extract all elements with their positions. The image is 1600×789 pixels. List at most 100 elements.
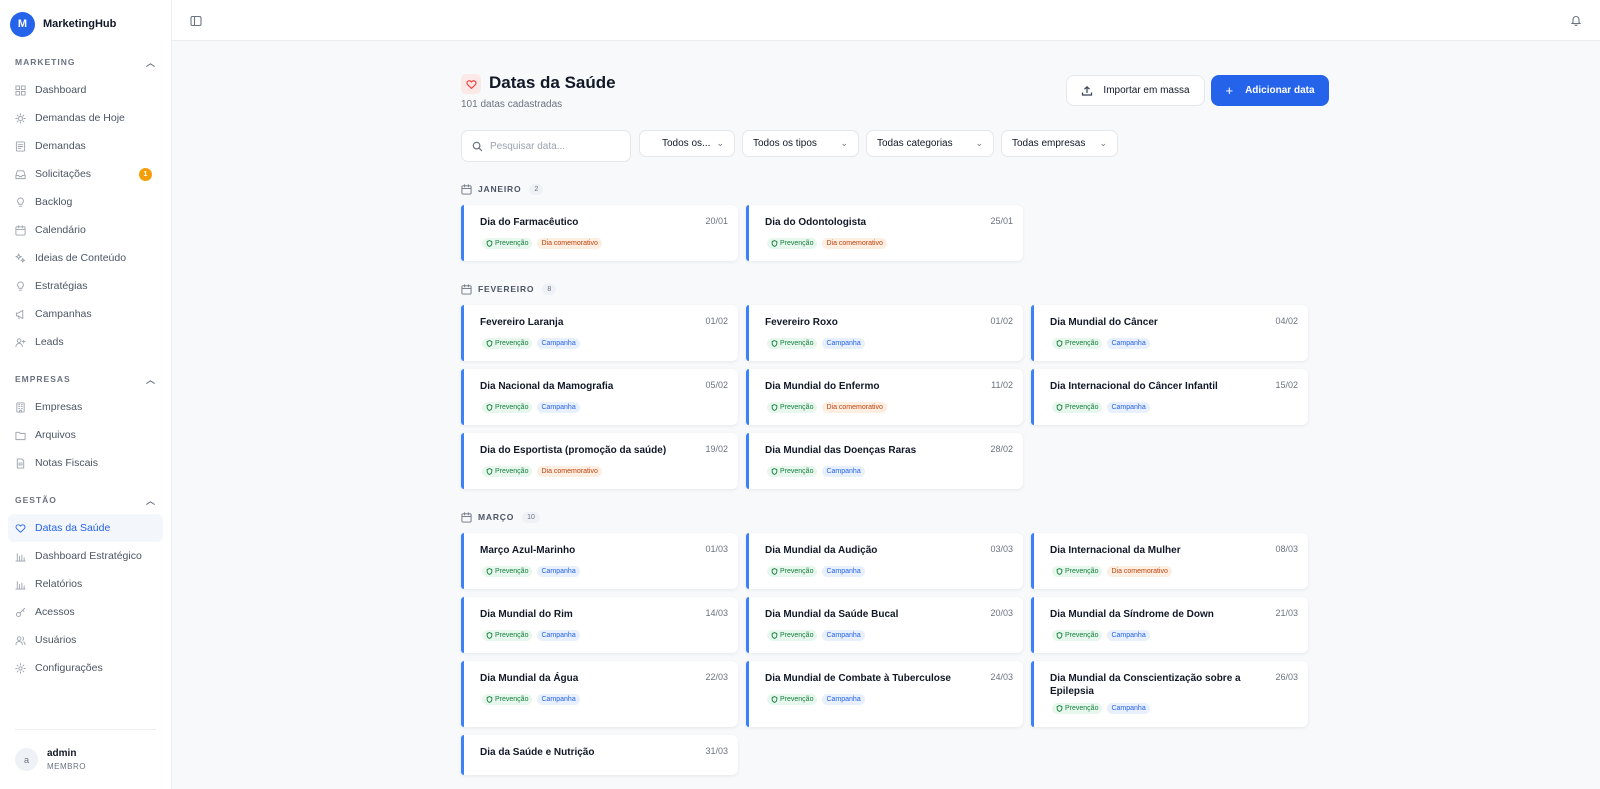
month-name: MARÇO [478, 512, 515, 522]
type-filter-select[interactable]: Todos os tipos ⌄ [742, 130, 859, 157]
sidebar-item[interactable]: Datas da Saúde [8, 514, 163, 542]
sidebar-item-label: Empresas [35, 401, 83, 413]
lightbulb-icon [15, 280, 26, 292]
bell-icon[interactable] [1570, 13, 1582, 27]
add-date-button[interactable]: + Adicionar data [1211, 75, 1329, 106]
health-date-card[interactable]: Dia do Farmacêutico 20/01 Prevenção Dia com… [461, 205, 738, 261]
prevention-tag-label: Prevenção [780, 568, 814, 575]
health-date-card[interactable]: Dia Mundial do Rim 14/03 Prevenção Campanha [461, 597, 738, 653]
prevention-tag: Prevenção [767, 466, 818, 477]
health-date-card[interactable]: Março Azul-Marinho 01/03 Prevenção Campanha [461, 533, 738, 589]
health-date-card[interactable]: Dia Mundial da Síndrome de Down 21/03 Prev… [1031, 597, 1308, 653]
nav-group-label: MARKETING [15, 57, 76, 67]
nav-group-header[interactable]: EMPRESAS ︿ [15, 369, 156, 389]
prevention-tag: Prevenção [1052, 703, 1103, 714]
card-tags: Prevenção Dia comemorativo [767, 238, 892, 249]
sidebar-item[interactable]: Acessos [15, 598, 156, 626]
sidebar-item[interactable]: Campanhas [15, 300, 156, 328]
prevention-tag: Prevenção [482, 338, 533, 349]
card-title: Dia do Esportista (promoção da saúde) [480, 445, 667, 456]
file-icon [15, 457, 26, 469]
category-filter-select[interactable]: Todas categorias ⌄ [866, 130, 994, 157]
month-section: MARÇO 10 Março Azul-Marinho 01/03 Prevenção C… [461, 509, 1329, 775]
search-input[interactable] [490, 140, 620, 152]
status-filter-select[interactable]: Todos os... ⌄ [639, 130, 735, 157]
brand[interactable]: M MarketingHub [0, 0, 171, 40]
card-tags: Prevenção Dia comemorativo [482, 466, 607, 477]
upload-icon [1081, 85, 1093, 97]
prevention-tag-label: Prevenção [780, 468, 814, 475]
sidebar-item-label: Notas Fiscais [35, 457, 99, 469]
health-date-card[interactable]: Dia Mundial da Audição 03/03 Prevenção Camp… [746, 533, 1023, 589]
health-date-card[interactable]: Dia Internacional da Mulher 08/03 Prevençã… [1031, 533, 1308, 589]
card-date: 05/02 [705, 380, 728, 390]
month-section: FEVEREIRO 8 Fevereiro Laranja 01/02 Prevençã… [461, 281, 1329, 489]
sidebar-item[interactable]: Dashboard [15, 76, 156, 104]
user-profile[interactable]: a admin MEMBRO [15, 729, 156, 789]
building-icon [15, 401, 26, 413]
campaign-tag: Campanha [537, 402, 580, 413]
sidebar-item[interactable]: Estratégias [15, 272, 156, 300]
health-date-card[interactable]: Fevereiro Roxo 01/02 Prevenção Campanha [746, 305, 1023, 361]
health-date-card[interactable]: Dia da Saúde e Nutrição 31/03 [461, 735, 738, 775]
prevention-tag-label: Prevenção [1065, 340, 1099, 347]
import-bulk-button[interactable]: Importar em massa [1066, 75, 1205, 106]
card-tags: Prevenção Campanha [482, 338, 585, 349]
card-date: 20/01 [705, 216, 728, 226]
health-date-card[interactable]: Dia do Esportista (promoção da saúde) 19/… [461, 433, 738, 489]
sidebar-item[interactable]: Demandas de Hoje [15, 104, 156, 132]
campaign-tag: Campanha [822, 694, 865, 705]
card-date: 01/03 [705, 544, 728, 554]
card-tags: Prevenção Dia comemorativo [767, 402, 892, 413]
shield-icon [486, 696, 493, 703]
sidebar-item[interactable]: Usuários [15, 626, 156, 654]
sidebar-item[interactable]: Arquivos [15, 421, 156, 449]
sidebar-item-label: Configurações [35, 662, 103, 674]
health-date-card[interactable]: Dia Mundial da Conscientização sobre a E… [1031, 661, 1308, 727]
sidebar-item[interactable]: Empresas [15, 393, 156, 421]
prevention-tag-label: Prevenção [780, 632, 814, 639]
card-date: 11/02 [991, 380, 1013, 390]
sidebar-item[interactable]: Calendário [15, 216, 156, 244]
health-date-card[interactable]: Dia Mundial do Câncer 04/02 Prevenção Campa… [1031, 305, 1308, 361]
sidebar-item[interactable]: Backlog [15, 188, 156, 216]
sidebar-item[interactable]: Ideias de Conteúdo [15, 244, 156, 272]
brand-name: MarketingHub [43, 18, 117, 30]
sidebar-item[interactable]: Solicitações 1 [15, 160, 156, 188]
health-date-card[interactable]: Dia Mundial de Combate à Tuberculose 24/0… [746, 661, 1023, 727]
health-date-card[interactable]: Dia do Odontologista 25/01 Prevenção Dia co… [746, 205, 1023, 261]
sidebar-item[interactable]: Demandas [15, 132, 156, 160]
page-subtitle: 101 datas cadastradas [461, 99, 563, 110]
nav-group-header[interactable]: GESTÃO ︿ [15, 490, 156, 510]
sidebar-item-label: Relatórios [35, 578, 83, 590]
health-date-card[interactable]: Dia Internacional do Câncer Infantil 15/0… [1031, 369, 1308, 425]
sidebar-item[interactable]: Leads [15, 328, 156, 356]
health-date-card[interactable]: Dia Mundial da Água 22/03 Prevenção Campanh… [461, 661, 738, 727]
health-date-card[interactable]: Fevereiro Laranja 01/02 Prevenção Campanha [461, 305, 738, 361]
card-date: 31/03 [705, 746, 728, 756]
health-date-card[interactable]: Dia Mundial das Doenças Raras 28/02 Preven… [746, 433, 1023, 489]
prevention-tag: Prevenção [482, 466, 533, 477]
prevention-tag: Prevenção [767, 630, 818, 641]
sidebar-item[interactable]: Notas Fiscais [15, 449, 156, 477]
card-title: Dia Mundial do Câncer [1050, 317, 1158, 328]
sidebar-item-label: Usuários [35, 634, 77, 646]
shield-icon [771, 404, 778, 411]
health-date-card[interactable]: Dia Nacional da Mamografia 05/02 Prevenção… [461, 369, 738, 425]
card-date: 24/03 [990, 672, 1013, 682]
card-date: 01/02 [990, 316, 1013, 326]
sidebar-item[interactable]: Relatórios [15, 570, 156, 598]
health-date-card[interactable]: Dia Mundial do Enfermo 11/02 Prevenção Dia … [746, 369, 1023, 425]
sidebar-item-label: Leads [35, 336, 64, 348]
sidebar-item[interactable]: Configurações [15, 654, 156, 682]
card-date: 20/03 [990, 608, 1013, 618]
search-box[interactable] [461, 130, 631, 162]
sidebar-item-label: Acessos [35, 606, 75, 618]
sidebar-item[interactable]: Dashboard Estratégico [15, 542, 156, 570]
company-filter-select[interactable]: Todas empresas ⌄ [1001, 130, 1118, 157]
sidebar-toggle-icon[interactable] [190, 14, 202, 27]
nav-group-header[interactable]: MARKETING ︿ [15, 52, 156, 72]
user-plus-icon [15, 337, 26, 348]
health-date-card[interactable]: Dia Mundial da Saúde Bucal 20/03 Prevenção… [746, 597, 1023, 653]
prevention-tag-label: Prevenção [780, 404, 814, 411]
